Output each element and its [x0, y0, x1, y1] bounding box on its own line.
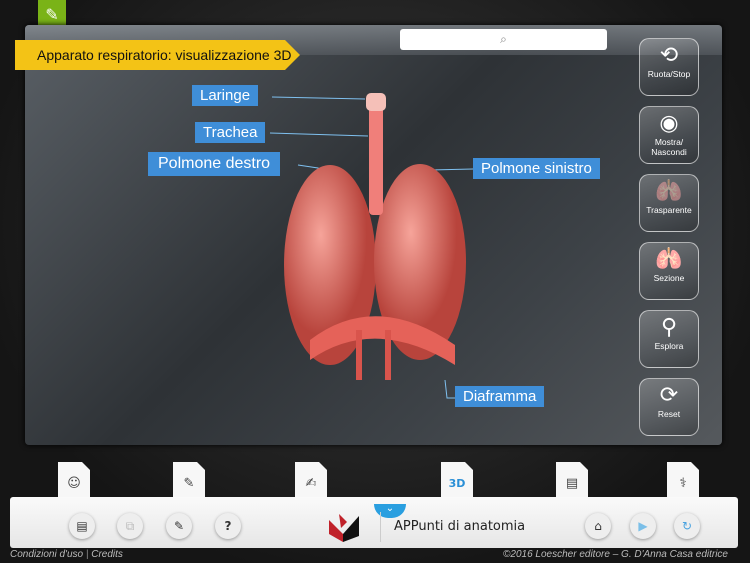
refresh-button[interactable]: ↻ — [674, 513, 700, 539]
play-button[interactable]: ▶ — [630, 513, 656, 539]
home-icon: ⌂ — [594, 519, 602, 533]
lungs-3d-model[interactable] — [0, 0, 750, 563]
tab-anatomy[interactable]: ☺ — [58, 462, 90, 502]
label-trachea[interactable]: Trachea — [195, 122, 266, 143]
copy-icon: ⧉ — [125, 519, 135, 533]
refresh-icon: ↻ — [681, 519, 693, 533]
home-button[interactable]: ⌂ — [585, 513, 611, 539]
body-icon: ☺ — [67, 476, 81, 491]
quiz-icon: ✎ — [183, 476, 195, 491]
play-icon: ▶ — [638, 519, 648, 533]
rotate-icon: ⟲ — [659, 42, 679, 67]
lungs-section-icon: 🫁 — [655, 246, 683, 271]
app-name: APPunti di anatomia — [394, 519, 526, 534]
tab-draw[interactable]: ✍ — [295, 462, 327, 502]
list-icon: ▤ — [76, 519, 88, 533]
divider — [380, 512, 381, 542]
rotate-stop-button[interactable]: ⟲ Ruota/Stop — [639, 38, 699, 96]
tab-quiz[interactable]: ✎ — [173, 462, 205, 502]
tab-3d[interactable]: 3D — [441, 462, 473, 502]
explore-button[interactable]: ⚲ Esplora — [639, 310, 699, 368]
stethoscope-icon: ⚕ — [679, 476, 687, 491]
tab-stethoscope[interactable]: ⚕ — [667, 462, 699, 502]
label-polmone-sinistro[interactable]: Polmone sinistro — [473, 158, 600, 179]
index-button[interactable]: ▤ — [69, 513, 95, 539]
notes-icon: ▤ — [565, 476, 579, 491]
show-hide-button[interactable]: ◉ Mostra/ Nascondi — [639, 106, 699, 164]
label-diaframma[interactable]: Diaframma — [455, 386, 545, 407]
reset-button[interactable]: ⟳ Reset — [639, 378, 699, 436]
chevron-down-icon: ⌄ — [385, 503, 395, 514]
edit-button[interactable]: ✎ — [166, 513, 192, 539]
copy-button[interactable]: ⧉ — [117, 513, 143, 539]
transparent-button[interactable]: 🫁 Trasparente — [639, 174, 699, 232]
label-laringe[interactable]: Laringe — [192, 85, 259, 106]
reset-icon: ⟳ — [659, 382, 679, 407]
section-button[interactable]: 🫁 Sezione — [639, 242, 699, 300]
label-polmone-destro[interactable]: Polmone destro — [148, 152, 281, 176]
lungs-transparent-icon: 🫁 — [655, 178, 683, 203]
edit-icon: ✎ — [173, 519, 185, 533]
help-button[interactable]: ? — [215, 513, 241, 539]
eye-icon: ◉ — [659, 110, 679, 135]
credits-link[interactable]: Credits — [91, 549, 123, 560]
3d-icon: 3D — [448, 477, 466, 490]
publisher-logo — [329, 514, 359, 542]
draw-icon: ✍ — [305, 476, 317, 491]
copyright: ©2016 Loescher editore – G. D'Anna Casa … — [503, 549, 728, 560]
tab-notes[interactable]: ▤ — [556, 462, 588, 502]
help-icon: ? — [224, 519, 232, 533]
terms-link[interactable]: Condizioni d'uso — [10, 549, 83, 560]
magnifier-eye-icon: ⚲ — [660, 314, 678, 339]
